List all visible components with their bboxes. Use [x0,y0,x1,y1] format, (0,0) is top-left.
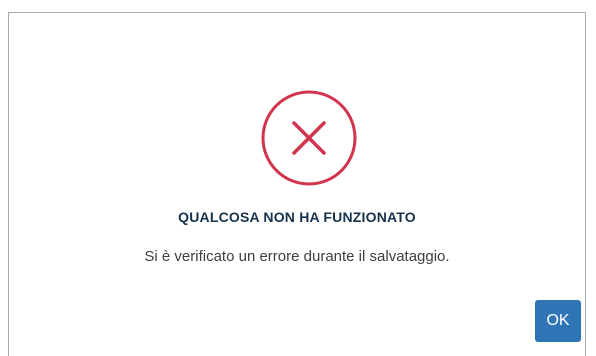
error-icon [259,88,359,188]
dialog-message: Si è verificato un errore durante il sal… [144,248,450,265]
error-circle-x-icon [261,90,357,186]
dialog-title: QUALCOSA NON HA FUNZIONATO [178,209,416,225]
ok-button[interactable]: OK [535,300,581,342]
error-dialog: QUALCOSA NON HA FUNZIONATO Si è verifica… [8,12,586,356]
